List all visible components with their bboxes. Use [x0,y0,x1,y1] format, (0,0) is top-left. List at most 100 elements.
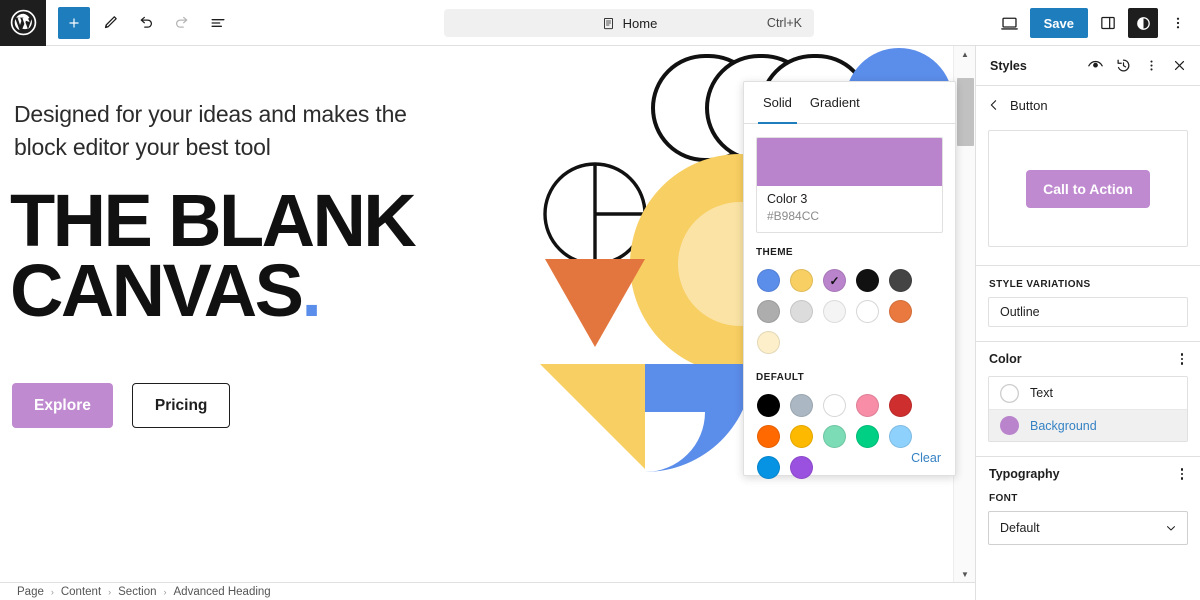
sidebar-divider [976,265,1200,266]
text-color-label: Text [1030,386,1053,400]
plus-icon [69,18,79,27]
breadcrumb-item-content[interactable]: Content [61,586,101,598]
default-color-swatch-7[interactable] [818,421,851,452]
typography-section-options-button[interactable] [1170,462,1194,486]
pricing-button[interactable]: Pricing [131,383,231,428]
scroll-up-arrow-icon[interactable]: ▲ [954,46,976,62]
font-family-select[interactable]: Default [988,511,1188,545]
explore-button[interactable]: Explore [12,383,113,428]
color-swatch [757,331,780,354]
call-to-action-preview-button[interactable]: Call to Action [1026,169,1150,208]
scrollbar-thumb[interactable] [957,78,974,146]
clear-color-button[interactable]: Clear [911,451,941,465]
list-view-button[interactable] [202,7,234,39]
color-swatch [757,425,780,448]
device-preview-button[interactable] [994,7,1026,39]
color-swatch [823,394,846,417]
settings-sidebar-toggle[interactable] [1092,7,1124,39]
color-row-background[interactable]: Background [989,409,1187,441]
styles-back-navigation[interactable]: Button [976,86,1200,124]
theme-color-swatch-1[interactable] [785,265,818,296]
theme-color-swatch-9[interactable] [884,296,917,327]
page-document-icon [603,17,613,29]
default-color-swatch-1[interactable] [785,390,818,421]
breadcrumb-item-section[interactable]: Section [118,586,156,598]
block-breadcrumb: Page › Content › Section › Advanced Head… [0,582,975,600]
theme-color-swatch-5[interactable] [752,296,785,327]
theme-color-swatch-8[interactable] [851,296,884,327]
default-color-swatch-6[interactable] [785,421,818,452]
style-variation-outline[interactable]: Outline [988,297,1188,327]
default-color-swatch-5[interactable] [752,421,785,452]
color-section-options-button[interactable] [1170,347,1194,371]
default-color-swatch-10[interactable] [752,452,785,483]
default-color-swatch-9[interactable] [884,421,917,452]
top-bar-actions: Save [994,0,1194,46]
breadcrumb-item-advanced-heading[interactable]: Advanced Heading [174,586,271,598]
hero-subheading[interactable]: Designed for your ideas and makes the bl… [14,98,454,163]
text-color-swatch [1000,383,1019,403]
theme-color-swatch-2[interactable]: ✓ [818,265,851,296]
wordpress-logo-button[interactable] [0,0,46,46]
editor-options-button[interactable] [1162,7,1194,39]
color-picker-tabs: Solid Gradient [744,82,955,124]
color-section-header: Color [976,342,1200,376]
breadcrumb-separator: › [108,586,112,597]
styles-panel-title: Styles [990,58,1027,73]
typography-section-title: Typography [989,467,1060,481]
selected-color-hex: #B984CC [767,209,820,223]
list-view-icon [211,18,225,27]
tab-solid[interactable]: Solid [754,82,801,124]
default-color-swatch-3[interactable] [851,390,884,421]
hero-heading-line2: CANVAS [10,249,304,333]
theme-color-swatch-7[interactable] [818,296,851,327]
redo-button[interactable] [166,7,198,39]
default-color-swatch-0[interactable] [752,390,785,421]
revisions-button[interactable] [1109,52,1137,80]
selected-color-card[interactable]: Color 3 #B984CC [756,137,943,233]
styles-toggle-button[interactable] [1128,8,1158,38]
pencil-icon [104,15,117,28]
edit-mode-button[interactable] [94,7,126,39]
style-book-button[interactable] [1081,52,1109,80]
font-family-value: Default [1000,521,1040,535]
color-swatch [790,300,813,323]
color-swatch [790,394,813,417]
breadcrumb-item-page[interactable]: Page [17,586,44,598]
default-color-swatch-4[interactable] [884,390,917,421]
font-label: FONT [989,493,1018,504]
canvas-scrollbar[interactable]: ▲ ▼ [953,46,975,582]
desktop-device-icon [1001,17,1018,30]
color-swatch: ✓ [823,269,846,292]
editor-top-bar: Home Ctrl+K Save [0,0,1200,46]
eye-icon [1087,60,1103,68]
close-x-icon [1174,60,1184,71]
color-swatch [856,300,879,323]
default-color-swatch-2[interactable] [818,390,851,421]
close-sidebar-button[interactable] [1165,52,1193,80]
theme-color-swatch-10[interactable] [752,327,785,358]
save-button[interactable]: Save [1029,8,1088,38]
undo-button[interactable] [130,7,162,39]
three-dots-vertical-icon [1149,60,1153,71]
styles-options-button[interactable] [1137,52,1165,80]
color-swatch [757,300,780,323]
theme-color-swatch-3[interactable] [851,265,884,296]
color-row-text[interactable]: Text [989,377,1187,409]
theme-color-swatch-4[interactable] [884,265,917,296]
chevron-down-icon [1167,526,1175,531]
color-swatch [790,425,813,448]
color-picker-popover: Solid Gradient Color 3 #B984CC THEME ✓ D… [743,81,956,479]
scroll-down-arrow-icon[interactable]: ▼ [954,566,976,582]
command-bar[interactable]: Home Ctrl+K [444,9,814,37]
tab-gradient[interactable]: Gradient [801,82,869,123]
background-color-label: Background [1030,418,1097,433]
theme-color-swatch-6[interactable] [785,296,818,327]
selected-color-name: Color 3 [767,192,808,206]
redo-arrow-icon [175,16,188,28]
theme-color-swatch-0[interactable] [752,265,785,296]
add-block-button[interactable] [58,6,90,39]
default-color-swatch-8[interactable] [851,421,884,452]
default-color-swatch-11[interactable] [785,452,818,483]
three-dots-vertical-icon [1176,17,1180,29]
